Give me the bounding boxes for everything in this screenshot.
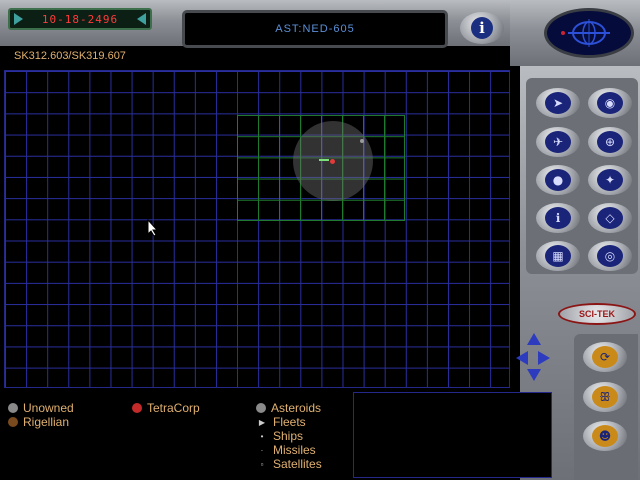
planet-eye-icon: ◉ xyxy=(597,92,623,114)
info-planet-icon: ℹ xyxy=(545,207,571,229)
command-button-9[interactable]: ▦ xyxy=(536,241,580,271)
command-button-8[interactable]: ◇ xyxy=(588,203,632,233)
ship-split-icon: ✈ xyxy=(545,131,571,153)
command-button-1[interactable]: ➤ xyxy=(536,88,580,118)
brand-badge: SCI-TEK xyxy=(558,303,636,325)
date-next-arrow-icon[interactable] xyxy=(137,13,146,25)
legend-owner-tetracorp[interactable]: TetraCorp xyxy=(132,401,200,415)
ship-arrow-icon: ➤ xyxy=(545,92,571,114)
asteroid-marker-icon xyxy=(256,403,266,413)
satellite-marker[interactable] xyxy=(360,139,364,143)
lower-button-1[interactable]: ⟳ xyxy=(583,342,627,372)
fleet-triangle-icon: ▶ xyxy=(258,417,266,427)
legend-label: TetraCorp xyxy=(147,401,200,415)
tetracorp-swatch-icon xyxy=(132,403,142,413)
legend-owner-rigellian[interactable]: Rigellian xyxy=(8,415,69,429)
object-info-panel xyxy=(353,392,552,478)
info-button[interactable]: i xyxy=(460,12,504,44)
object-name-display: AST:NED-605 xyxy=(182,10,448,48)
legend-label: Satellites xyxy=(273,457,322,471)
missile-dot-icon: · xyxy=(260,445,264,455)
unowned-swatch-icon xyxy=(8,403,18,413)
eye-scan-icon: ◎ xyxy=(597,245,623,267)
asteroid-marker[interactable] xyxy=(330,159,335,164)
grid-map-icon: ▦ xyxy=(545,245,571,267)
legend-label: Rigellian xyxy=(23,415,70,429)
command-button-7[interactable]: ℹ xyxy=(536,203,580,233)
legend-satellites[interactable]: ▫ Satellites xyxy=(256,457,322,471)
scroll-down-arrow-icon[interactable] xyxy=(527,369,541,381)
command-button-10[interactable]: ◎ xyxy=(588,241,632,271)
scroll-right-arrow-icon[interactable] xyxy=(538,351,550,365)
target-globe-icon: ⊕ xyxy=(597,131,623,153)
date-display: 10-18-2496 xyxy=(8,8,152,30)
legend-label: Missiles xyxy=(273,443,316,457)
alien-head-icon: ☻ xyxy=(592,425,618,447)
mouse-cursor-icon xyxy=(147,219,159,237)
date-text: 10-18-2496 xyxy=(41,12,119,26)
legend-asteroids[interactable]: Asteroids xyxy=(256,401,321,415)
legend-owner-unowned[interactable]: Unowned xyxy=(8,401,74,415)
fleet-planet-icon: ● xyxy=(545,169,571,191)
fleet-target-icon: ✦ xyxy=(597,169,623,191)
command-button-3[interactable]: ✈ xyxy=(536,127,580,157)
lower-button-3[interactable]: ☻ xyxy=(583,421,627,451)
command-button-2[interactable]: ◉ xyxy=(588,88,632,118)
coordinates-readout: SK312.603/SK319.607 xyxy=(14,50,126,62)
rigellian-swatch-icon xyxy=(8,417,18,427)
butterfly-icon: ꕥ xyxy=(592,386,618,408)
ship-dot-icon: • xyxy=(260,431,264,441)
command-button-6[interactable]: ✦ xyxy=(588,165,632,195)
brand-text: SCI-TEK xyxy=(579,309,615,319)
scroll-up-arrow-icon[interactable] xyxy=(527,333,541,345)
diamond-scan-icon: ◇ xyxy=(597,207,623,229)
legend-ships[interactable]: • Ships xyxy=(256,429,303,443)
object-name-text: AST:NED-605 xyxy=(275,23,355,35)
legend-missiles[interactable]: · Missiles xyxy=(256,443,316,457)
lower-button-2[interactable]: ꕥ xyxy=(583,382,627,412)
fleet-marker[interactable] xyxy=(319,159,329,161)
legend-label: Asteroids xyxy=(271,401,322,415)
date-prev-arrow-icon[interactable] xyxy=(14,13,23,25)
legend-label: Fleets xyxy=(273,415,306,429)
globe-logo-icon[interactable] xyxy=(544,8,634,58)
starmap-grid[interactable] xyxy=(4,70,510,388)
command-button-5[interactable]: ● xyxy=(536,165,580,195)
legend-fleets[interactable]: ▶ Fleets xyxy=(256,415,306,429)
satellite-square-icon: ▫ xyxy=(260,459,264,469)
command-button-4[interactable]: ⊕ xyxy=(588,127,632,157)
legend-label: Unowned xyxy=(23,401,74,415)
scroll-left-arrow-icon[interactable] xyxy=(516,351,528,365)
info-icon: i xyxy=(471,17,493,39)
cycle-icon: ⟳ xyxy=(592,346,618,368)
legend-label: Ships xyxy=(273,429,304,443)
map-legend: Unowned Rigellian TetraCorp Asteroids ▶ … xyxy=(0,392,350,480)
